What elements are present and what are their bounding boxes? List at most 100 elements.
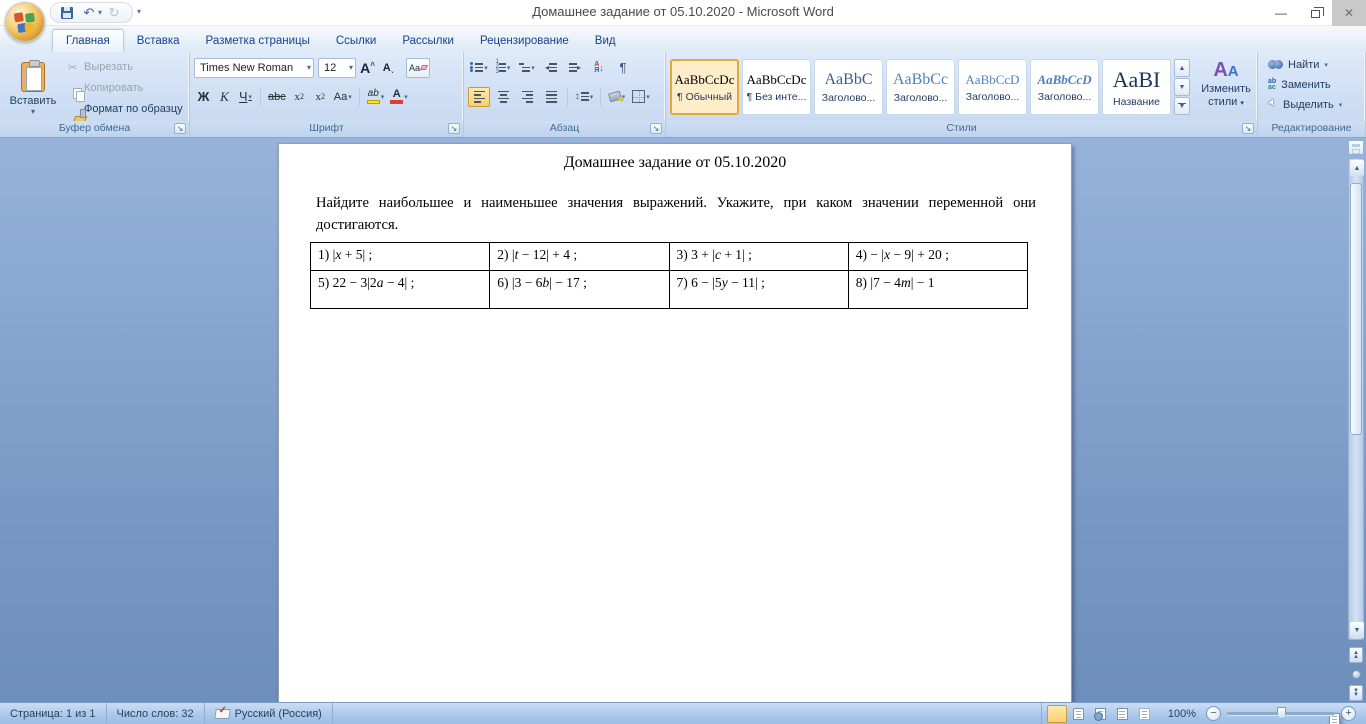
find-button[interactable]: Найти ▾	[1262, 55, 1362, 75]
next-page-button[interactable]: ▼ ▼	[1349, 685, 1363, 701]
zoom-slider-track[interactable]	[1227, 707, 1335, 719]
multilevel-list-button[interactable]: ▾	[516, 58, 538, 78]
tab-рассылки[interactable]: Рассылки	[389, 30, 467, 52]
expression-cell[interactable]: 8) |7 − 4m| − 1	[847, 269, 1029, 309]
styles-dialog-launcher[interactable]: ↘	[1242, 123, 1254, 134]
format-painter-button[interactable]: Формат по образцу	[62, 100, 186, 118]
document-page[interactable]: Домашнее задание от 05.10.2020 Найдите н…	[278, 143, 1072, 703]
previous-page-button[interactable]: ▲ ▲	[1349, 647, 1363, 663]
zoom-out-button[interactable]: −	[1206, 706, 1221, 721]
increase-indent-button[interactable]: ▸	[564, 58, 586, 78]
expression-cell[interactable]: 5) 22 − 3|2a − 4| ;	[309, 269, 491, 309]
tab-разметка-страницы[interactable]: Разметка страницы	[193, 30, 323, 52]
tab-главная[interactable]: Главная	[52, 29, 124, 52]
align-right-button[interactable]	[516, 87, 538, 107]
scroll-down-button[interactable]: ▼	[1350, 622, 1364, 638]
style-item[interactable]: AaBbCc Заголово...	[886, 59, 955, 115]
office-button[interactable]	[5, 2, 45, 42]
align-center-button[interactable]	[492, 87, 514, 107]
font-size-combobox[interactable]: 12 ▾	[318, 57, 356, 78]
style-name: Заголово...	[965, 90, 1020, 103]
replace-button[interactable]: ab ac Заменить	[1262, 75, 1362, 95]
line-spacing-button[interactable]: ↕ ▾	[573, 87, 595, 107]
highlight-button[interactable]: ab ▾	[365, 87, 387, 107]
style-preview: AaBI	[1112, 66, 1161, 92]
zoom-in-button[interactable]: +	[1341, 706, 1356, 721]
bullets-button[interactable]: ▾	[468, 58, 490, 78]
style-item[interactable]: AaBbCcDc ¶ Без инте...	[742, 59, 811, 115]
close-button[interactable]: ✕	[1332, 0, 1366, 26]
style-item[interactable]: AaBbC Заголово...	[814, 59, 883, 115]
view-button-full-screen-reading[interactable]	[1069, 705, 1089, 723]
styles-gallery: AaBbCcDc ¶ Обычный AaBbCcDc ¶ Без инте... Aa…	[670, 55, 1171, 115]
subscript-button[interactable]: x2	[290, 87, 309, 107]
grow-font-button[interactable]: A	[358, 58, 377, 78]
tab-вид[interactable]: Вид	[582, 30, 629, 52]
view-button-print-layout[interactable]	[1046, 704, 1341, 724]
tab-вставка[interactable]: Вставка	[124, 30, 193, 52]
paste-dropdown-caret[interactable]: ▾	[31, 107, 35, 116]
numbering-button[interactable]: 1 2 3 ▾	[492, 58, 514, 78]
justify-button[interactable]	[540, 87, 562, 107]
bold-button[interactable]: Ж	[194, 87, 213, 107]
show-marks-button[interactable]: ¶	[612, 58, 634, 78]
expression-cell[interactable]: 2) |t − 12| + 4 ;	[489, 241, 670, 271]
language-indicator[interactable]: Русский (Россия)	[205, 703, 333, 724]
font-dialog-launcher[interactable]: ↘	[448, 123, 460, 134]
view-button-outline[interactable]	[1113, 705, 1133, 723]
paste-button[interactable]: Вставить ▾	[4, 55, 62, 120]
expression-cell[interactable]: 7) 6 − |5y − 11| ;	[668, 269, 849, 309]
document-paragraph: Найдите наибольшее и наименьшее значения…	[316, 195, 1036, 233]
select-button[interactable]: Выделить ▾	[1262, 95, 1362, 115]
styles-scroll-down-button[interactable]: ▼	[1174, 78, 1190, 96]
clear-formatting-button[interactable]: Aa	[406, 57, 430, 78]
view-button-web-layout[interactable]	[1091, 705, 1111, 723]
scrollbar-thumb[interactable]	[1350, 183, 1362, 435]
style-item[interactable]: AaBbCcDc ¶ Обычный	[670, 59, 739, 115]
change-case-button[interactable]: Aa ▾	[332, 87, 354, 107]
style-item[interactable]: AaBbCcD Заголово...	[1030, 59, 1099, 115]
expression-cell[interactable]: 3) 3 + |c + 1| ;	[668, 241, 849, 271]
copy-button[interactable]: Копировать	[62, 79, 186, 97]
styles-more-button[interactable]: ▼	[1174, 97, 1190, 115]
expression-cell[interactable]: 4) − |x − 9| + 20 ;	[847, 241, 1029, 271]
tab-ссылки[interactable]: Ссылки	[323, 30, 390, 52]
page-indicator[interactable]: Страница: 1 из 1	[0, 703, 107, 724]
zoom-slider-thumb[interactable]	[1277, 707, 1286, 719]
cut-button[interactable]: ✂ Вырезать	[62, 58, 186, 76]
font-family-combobox[interactable]: Times New Roman ▾	[194, 57, 314, 78]
underline-button[interactable]: Ч ▾	[236, 87, 255, 107]
font-color-button[interactable]: A ▾	[388, 87, 410, 107]
styles-scroll-up-button[interactable]: ▲	[1174, 59, 1190, 77]
strikethrough-button[interactable]: abc	[266, 87, 288, 107]
shrink-font-button[interactable]: A˯	[379, 58, 398, 78]
scrollbar-track[interactable]: ▲ ▼	[1348, 158, 1364, 640]
replace-label: Заменить	[1281, 79, 1331, 91]
expression-cell[interactable]: 6) |3 − 6b| − 17 ;	[489, 269, 670, 309]
style-item[interactable]: AaBbCcD Заголово...	[958, 59, 1027, 115]
paragraph-dialog-launcher[interactable]: ↘	[650, 123, 662, 134]
restore-button[interactable]	[1298, 0, 1332, 26]
word-count-indicator[interactable]: Число слов: 32	[107, 703, 205, 724]
superscript-button[interactable]: x2	[311, 87, 330, 107]
tab-рецензирование[interactable]: Рецензирование	[467, 30, 582, 52]
view-button-draft[interactable]	[1135, 705, 1155, 723]
grow-font-icon: A	[360, 60, 375, 76]
minimize-button[interactable]: —	[1264, 0, 1298, 26]
clipboard-dialog-launcher[interactable]: ↘	[174, 123, 186, 134]
style-item[interactable]: AaBI Название	[1102, 59, 1171, 115]
shading-button[interactable]: ▾	[606, 87, 628, 107]
web-layout-icon	[1094, 707, 1107, 721]
zoom-level-button[interactable]: 100%	[1160, 708, 1204, 720]
scroll-up-button[interactable]: ▲	[1350, 160, 1364, 176]
sort-button[interactable]: А Я ↓	[588, 58, 610, 78]
borders-button[interactable]: ▾	[630, 87, 652, 107]
ruler-toggle-button[interactable]	[1348, 140, 1364, 155]
select-browse-object-button[interactable]	[1351, 669, 1361, 679]
change-styles-button[interactable]: AA Изменить стили ▾	[1198, 59, 1254, 110]
decrease-indent-button[interactable]: ◂	[540, 58, 562, 78]
expression-cell[interactable]: 1) |x + 5| ;	[309, 241, 491, 271]
italic-button[interactable]: К	[215, 87, 234, 107]
font-group-footer: Шрифт ↘	[190, 121, 463, 137]
align-left-button[interactable]	[468, 86, 490, 107]
